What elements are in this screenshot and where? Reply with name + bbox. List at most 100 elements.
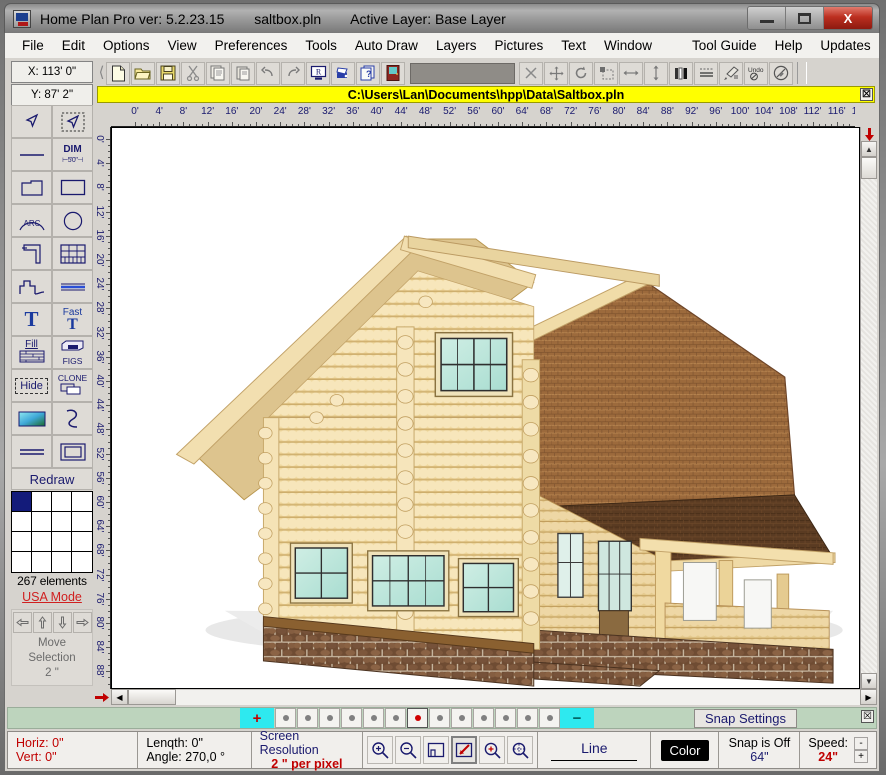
move-right-arrow-icon[interactable] <box>73 612 92 633</box>
color-swatch[interactable] <box>12 532 32 552</box>
redraw-button[interactable]: Redraw <box>11 468 93 490</box>
scroll-up-button[interactable]: ▲ <box>861 141 877 157</box>
add-layer-button[interactable]: + <box>240 708 274 728</box>
circle-tool[interactable] <box>52 204 93 237</box>
columns-icon[interactable] <box>669 62 693 85</box>
window-grid-tool[interactable] <box>52 237 93 270</box>
close-button[interactable]: X <box>824 7 872 29</box>
fast-text-tool[interactable]: Fast T <box>52 303 93 336</box>
dimension-tool[interactable]: DIM ⊢5'0"⊣ <box>52 138 93 171</box>
layer-dot[interactable] <box>539 708 560 728</box>
menu-help[interactable]: Help <box>766 36 812 55</box>
color-swatch-grid[interactable] <box>11 491 93 573</box>
color-swatch[interactable] <box>52 492 72 512</box>
stairs-tool[interactable] <box>11 270 52 303</box>
new-file-icon[interactable] <box>106 62 130 85</box>
frame-tool[interactable] <box>52 435 93 468</box>
copy-icon[interactable] <box>206 62 230 85</box>
color-swatch[interactable] <box>32 512 52 532</box>
layer-dot[interactable] <box>495 708 516 728</box>
double-line-tool[interactable] <box>52 270 93 303</box>
color-swatch[interactable] <box>72 532 92 552</box>
move-icon[interactable] <box>544 62 568 85</box>
horizontal-scroll-thumb[interactable] <box>128 689 176 705</box>
parallel-lines-tool[interactable] <box>11 435 52 468</box>
snap-settings-button[interactable]: Snap Settings <box>694 709 797 728</box>
menu-layers[interactable]: Layers <box>427 36 486 55</box>
zoom-in-icon[interactable] <box>367 736 393 764</box>
arrow-select-tool[interactable] <box>11 105 52 138</box>
speed-cell[interactable]: Speed: 24" - + <box>800 732 876 768</box>
move-up-arrow-icon[interactable] <box>33 612 52 633</box>
line-style-button[interactable]: Line <box>538 732 651 768</box>
vertical-scroll-track[interactable] <box>861 179 877 673</box>
menu-pictures[interactable]: Pictures <box>485 36 552 55</box>
lines-icon[interactable] <box>694 62 718 85</box>
screen-resolution-cell[interactable]: Screen Resolution 2 " per pixel <box>252 732 364 768</box>
zoom-pan-icon[interactable] <box>507 736 533 764</box>
clone-tool[interactable]: CLONE <box>52 369 93 402</box>
color-swatch[interactable] <box>32 532 52 552</box>
horizontal-scroll-track[interactable] <box>176 689 860 705</box>
zoom-selection-icon[interactable] <box>451 736 477 764</box>
color-swatch[interactable] <box>72 552 92 572</box>
color-swatch[interactable] <box>72 492 92 512</box>
path-close-icon[interactable]: ☒ <box>860 88 873 101</box>
color-swatch[interactable] <box>52 552 72 572</box>
figs-tool[interactable]: FIGS <box>52 336 93 369</box>
zoom-out-icon[interactable] <box>395 736 421 764</box>
scroll-down-button[interactable]: ▼ <box>861 673 877 689</box>
undo-icon[interactable] <box>256 62 280 85</box>
color-swatch[interactable] <box>52 512 72 532</box>
menu-window[interactable]: Window <box>595 36 661 55</box>
zoom-window-icon[interactable] <box>479 736 505 764</box>
layerbar-close-icon[interactable]: ☒ <box>861 710 874 723</box>
horizontal-resize-icon[interactable] <box>619 62 643 85</box>
color-swatch[interactable] <box>32 552 52 572</box>
menu-auto-draw[interactable]: Auto Draw <box>346 36 427 55</box>
redo-icon[interactable] <box>281 62 305 85</box>
paste-icon[interactable] <box>231 62 255 85</box>
horizontal-ruler[interactable]: 0'4'8'12'16'20'24'28'32'36'40'44'48'52'5… <box>111 105 855 127</box>
curve-tool[interactable] <box>52 402 93 435</box>
maximize-button[interactable] <box>786 7 824 29</box>
color-swatch-active[interactable] <box>12 492 32 512</box>
text-tool[interactable]: T <box>11 303 52 336</box>
no-draw-icon[interactable] <box>769 62 793 85</box>
layer-dot[interactable] <box>429 708 450 728</box>
delete-x-icon[interactable] <box>519 62 543 85</box>
layer-dot[interactable] <box>473 708 494 728</box>
menu-tools[interactable]: Tools <box>296 36 346 55</box>
layer-dot[interactable] <box>297 708 318 728</box>
layer-dot[interactable] <box>385 708 406 728</box>
minimize-button[interactable] <box>748 7 786 29</box>
color-button[interactable]: Color <box>661 740 708 761</box>
polygon-tool[interactable] <box>11 171 52 204</box>
save-disk-icon[interactable] <box>156 62 180 85</box>
vertical-resize-icon[interactable] <box>644 62 668 85</box>
hide-tool[interactable]: Hide <box>11 369 52 402</box>
menu-view[interactable]: View <box>159 36 206 55</box>
eyedropper-icon[interactable] <box>719 62 743 85</box>
layer-dot[interactable] <box>319 708 340 728</box>
rotate-icon[interactable] <box>569 62 593 85</box>
door-icon[interactable] <box>381 62 405 85</box>
menu-text[interactable]: Text <box>552 36 595 55</box>
color-swatch[interactable] <box>12 552 32 572</box>
horizontal-scrollbar[interactable]: ◀ ▶ <box>93 689 877 705</box>
menu-tool-guide[interactable]: Tool Guide <box>683 36 766 55</box>
open-folder-icon[interactable] <box>131 62 155 85</box>
snap-status-cell[interactable]: Snap is Off 64" <box>719 732 800 768</box>
vertical-scrollbar[interactable]: ▲ ▼ <box>860 127 877 689</box>
color-swatch[interactable] <box>12 512 32 532</box>
layer-dot[interactable] <box>275 708 296 728</box>
menu-updates[interactable]: Updates <box>811 36 879 55</box>
menu-file[interactable]: File <box>13 36 53 55</box>
select-region-icon[interactable] <box>594 62 618 85</box>
color-cell[interactable]: Color <box>651 732 719 768</box>
layer-dot[interactable] <box>517 708 538 728</box>
line-tool[interactable] <box>11 138 52 171</box>
monitor-r-icon[interactable]: R <box>306 62 330 85</box>
layer-dot[interactable] <box>341 708 362 728</box>
color-swatch[interactable] <box>72 512 92 532</box>
